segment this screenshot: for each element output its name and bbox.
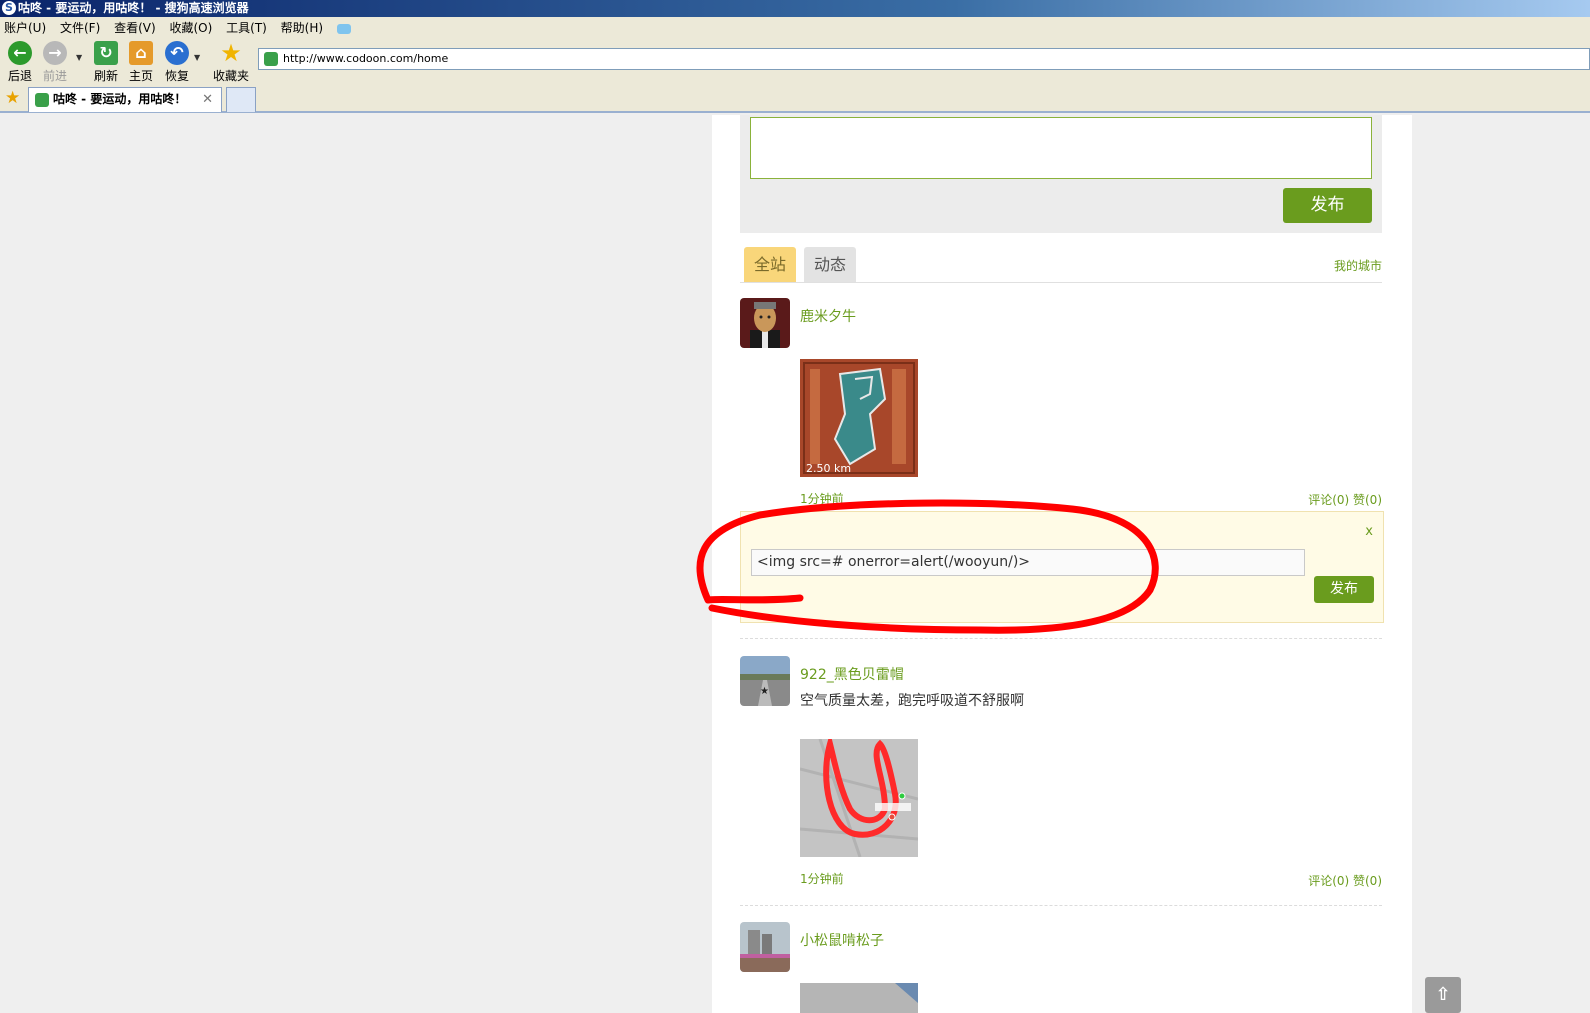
post-image[interactable]: 2.50 km bbox=[800, 359, 918, 477]
site-favicon-icon bbox=[264, 52, 278, 66]
post-image[interactable] bbox=[800, 739, 918, 857]
my-city-link[interactable]: 我的城市 bbox=[1334, 257, 1382, 274]
forward-label: 前进 bbox=[42, 69, 67, 83]
favorites-button[interactable]: ★ 收藏夹 bbox=[212, 41, 250, 84]
refresh-button[interactable]: ↻ 刷新 bbox=[89, 41, 123, 84]
comment-box: x <img src=# onerror=alert(/wooyun/)> 发布 bbox=[740, 511, 1384, 623]
shirt-icon[interactable] bbox=[336, 23, 351, 34]
menu-help[interactable]: 帮助(H) bbox=[281, 21, 323, 35]
publish-button[interactable]: 发布 bbox=[1283, 188, 1372, 223]
tab-bar: ★ 咕咚 - 要运动，用咕咚！ ✕ bbox=[0, 85, 1590, 113]
window-title-bar: S 咕咚 - 要运动，用咕咚！ - 搜狗高速浏览器 bbox=[0, 0, 1590, 17]
post-image-thumbnail bbox=[800, 983, 918, 1013]
back-label: 后退 bbox=[7, 69, 32, 83]
tab-title: 咕咚 - 要运动，用咕咚！ bbox=[53, 92, 187, 106]
home-button[interactable]: ⌂ 主页 bbox=[124, 41, 158, 84]
favorites-label: 收藏夹 bbox=[212, 69, 249, 83]
status-composer: 发布 bbox=[740, 115, 1382, 233]
avatar-image: ★ bbox=[740, 656, 790, 706]
tab-codoon[interactable]: 咕咚 - 要运动，用咕咚！ ✕ bbox=[28, 87, 222, 112]
post-username[interactable]: 922_黑色贝雷帽 bbox=[800, 664, 904, 684]
back-button[interactable]: ← 后退 bbox=[3, 41, 37, 84]
post-timestamp: 1分钟前 bbox=[800, 872, 844, 886]
feed-item: 小松鼠啃松子 bbox=[740, 922, 1382, 1013]
menu-view[interactable]: 查看(V) bbox=[114, 21, 156, 35]
avatar[interactable] bbox=[740, 922, 790, 972]
forward-arrow-icon: → bbox=[43, 41, 67, 65]
star-icon: ★ bbox=[220, 39, 242, 67]
avatar[interactable]: ★ bbox=[740, 656, 790, 706]
comment-submit-button[interactable]: 发布 bbox=[1314, 576, 1374, 603]
page-viewport: 发布 全站 动态 我的城市 鹿米夕牛 2.50 km 1分钟前 评论(0) 赞(… bbox=[0, 115, 1590, 1013]
feed-tabs: 全站 动态 我的城市 bbox=[740, 247, 1382, 283]
tab-close-icon[interactable]: ✕ bbox=[202, 88, 213, 111]
arrow-up-icon: ⇧ bbox=[1435, 984, 1451, 1005]
post-status-text: 空气质量太差，跑完呼吸道不舒服啊 bbox=[800, 693, 1024, 709]
svg-text:★: ★ bbox=[760, 686, 769, 697]
sogou-browser-icon: S bbox=[2, 1, 16, 15]
comment-input[interactable]: <img src=# onerror=alert(/wooyun/)> bbox=[751, 549, 1305, 576]
post-image[interactable] bbox=[800, 983, 918, 1013]
feed-divider bbox=[740, 638, 1382, 639]
feed-item: ★ 922_黑色贝雷帽 空气质量太差，跑完呼吸道不舒服啊 1分钟前 评论(0) … bbox=[740, 656, 1382, 896]
favorites-star-icon[interactable]: ★ bbox=[5, 88, 20, 108]
distance-caption: 2.50 km bbox=[806, 462, 851, 475]
avatar[interactable] bbox=[740, 298, 790, 348]
refresh-icon: ↻ bbox=[94, 41, 118, 65]
new-tab-button[interactable] bbox=[226, 87, 256, 112]
menu-account[interactable]: 账户(U) bbox=[4, 21, 46, 35]
restore-dropdown-icon[interactable]: ▼ bbox=[194, 53, 200, 62]
status-textarea[interactable] bbox=[750, 117, 1372, 179]
tab-all-site[interactable]: 全站 bbox=[744, 247, 797, 282]
tab-favicon-icon bbox=[35, 93, 49, 107]
back-to-top-button[interactable]: ⇧ bbox=[1425, 977, 1461, 1013]
post-actions[interactable]: 评论(0) 赞(0) bbox=[1308, 872, 1382, 889]
post-timestamp: 1分钟前 bbox=[800, 492, 844, 506]
post-actions[interactable]: 评论(0) 赞(0) bbox=[1308, 491, 1382, 508]
menu-bar: 账户(U) 文件(F) 查看(V) 收藏(O) 工具(T) 帮助(H) bbox=[0, 17, 1590, 39]
back-arrow-icon: ← bbox=[8, 41, 32, 65]
feed-column: 发布 全站 动态 我的城市 鹿米夕牛 2.50 km 1分钟前 评论(0) 赞(… bbox=[712, 115, 1412, 1013]
route-map-thumbnail bbox=[800, 739, 918, 857]
feed-item: 鹿米夕牛 2.50 km 1分钟前 评论(0) 赞(0) x <img src=… bbox=[740, 298, 1384, 628]
menu-tools[interactable]: 工具(T) bbox=[226, 21, 267, 35]
history-dropdown-icon[interactable]: ▼ bbox=[76, 53, 82, 62]
home-label: 主页 bbox=[128, 69, 153, 83]
restore-button[interactable]: ↶ 恢复 bbox=[160, 41, 194, 84]
address-url: http://www.codoon.com/home bbox=[283, 52, 449, 65]
map-thumbnail: 2.50 km bbox=[800, 359, 918, 477]
post-username[interactable]: 鹿米夕牛 bbox=[800, 306, 856, 326]
address-bar[interactable]: http://www.codoon.com/home bbox=[258, 48, 1590, 70]
home-icon: ⌂ bbox=[129, 41, 153, 65]
window-title: 咕咚 - 要运动，用咕咚！ - 搜狗高速浏览器 bbox=[18, 1, 249, 15]
post-username[interactable]: 小松鼠啃松子 bbox=[800, 930, 884, 950]
close-icon[interactable]: x bbox=[1365, 524, 1373, 539]
restore-label: 恢复 bbox=[164, 69, 189, 83]
undo-icon: ↶ bbox=[165, 41, 189, 65]
avatar-image bbox=[740, 922, 790, 972]
menu-favorites[interactable]: 收藏(O) bbox=[170, 21, 213, 35]
menu-file[interactable]: 文件(F) bbox=[60, 21, 100, 35]
forward-button[interactable]: → 前进 bbox=[38, 41, 72, 84]
avatar-image bbox=[740, 298, 790, 348]
browser-toolbar: ← 后退 → 前进 ▼ ↻ 刷新 ⌂ 主页 ↶ 恢复 ▼ ★ 收藏夹 http:… bbox=[0, 39, 1590, 85]
feed-divider bbox=[740, 905, 1382, 906]
refresh-label: 刷新 bbox=[93, 69, 118, 83]
tab-activity[interactable]: 动态 bbox=[804, 247, 857, 282]
